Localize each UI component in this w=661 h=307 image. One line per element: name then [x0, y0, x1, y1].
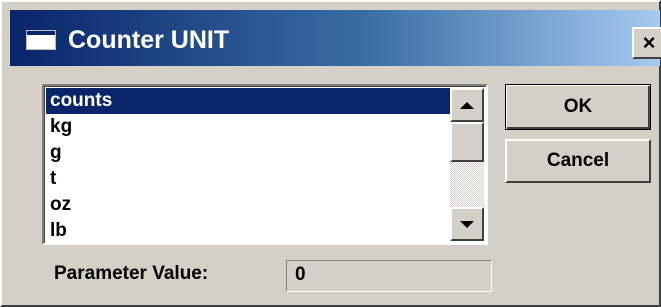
title-bar[interactable]: Counter UNIT ×: [10, 10, 661, 66]
unit-list-items: counts kg g t oz lb: [46, 88, 450, 243]
scroll-down-button[interactable]: [450, 207, 484, 241]
list-item-lb[interactable]: lb: [46, 218, 450, 243]
close-icon: ×: [642, 30, 656, 55]
window-title: Counter UNIT: [68, 26, 230, 54]
ok-button[interactable]: OK: [505, 84, 651, 130]
parameter-value-label: Parameter Value:: [54, 263, 209, 284]
vertical-scrollbar[interactable]: [450, 88, 484, 241]
arrow-down-icon: [460, 220, 474, 228]
scroll-thumb[interactable]: [450, 122, 484, 162]
list-item-g[interactable]: g: [46, 140, 450, 166]
close-button[interactable]: ×: [632, 27, 661, 59]
arrow-up-icon: [460, 101, 474, 109]
unit-listbox[interactable]: counts kg g t oz lb: [42, 84, 488, 245]
list-item-oz[interactable]: oz: [46, 192, 450, 218]
cancel-button[interactable]: Cancel: [505, 139, 651, 183]
list-item-t[interactable]: t: [46, 166, 450, 192]
window-icon: [26, 30, 56, 50]
counter-unit-dialog: Counter UNIT × counts kg g t oz lb OK Ca…: [0, 0, 661, 307]
list-item-kg[interactable]: kg: [46, 114, 450, 140]
scroll-up-button[interactable]: [450, 88, 484, 122]
parameter-value-field: 0: [286, 260, 492, 292]
list-item-counts[interactable]: counts: [46, 88, 450, 114]
